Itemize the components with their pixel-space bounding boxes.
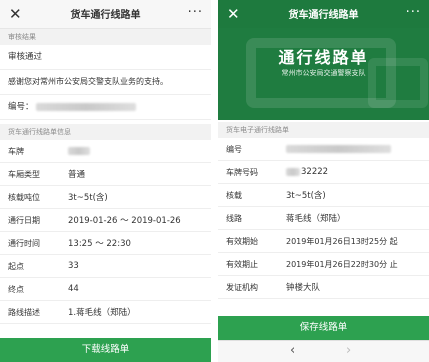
cert-row-plate: 车牌号码 32222 <box>218 161 429 184</box>
download-route-button[interactable]: 下载线路单 <box>0 338 211 362</box>
back-arrow-icon[interactable]: ‹ <box>290 343 295 358</box>
banner-title: 通行线路单 <box>278 48 369 67</box>
row-label: 车牌 <box>8 146 24 156</box>
forward-arrow-icon[interactable]: › <box>346 343 351 358</box>
row-value: 2019年01月26日22时30分 止 <box>286 259 398 269</box>
row-label: 线路 <box>226 213 242 223</box>
info-row-weight: 核载吨位 3t~5t(含) <box>0 186 211 209</box>
row-label: 车厢类型 <box>8 169 40 179</box>
cert-row-route: 线路 蒋毛线（郑陆） <box>218 207 429 230</box>
row-label: 车牌号码 <box>226 167 258 177</box>
info-row-type: 车厢类型 普通 <box>0 163 211 186</box>
cert-row-valid-to: 有效期止 2019年01月26日22时30分 止 <box>218 253 429 276</box>
review-status: 审核通过 <box>0 45 211 70</box>
cert-row-load: 核载 3t~5t(含) <box>218 184 429 207</box>
cert-row-number: 编号 <box>218 138 429 161</box>
left-screen: ✕ 货车通行线路单 ··· 审核结果 审核通过 感谢您对常州市公安局交警支队业务… <box>0 0 211 362</box>
row-label: 有效期始 <box>226 236 258 246</box>
right-content[interactable]: 货车电子通行线路单 编号 车牌号码 32222 核载 3t~5t(含) 线路 蒋… <box>218 122 429 316</box>
row-label: 通行日期 <box>8 215 40 225</box>
row-label: 核载 <box>226 190 242 200</box>
number-row: 编号： <box>0 95 211 120</box>
row-value: 1.蒋毛线（郑陆） <box>68 308 136 318</box>
row-value: 44 <box>68 284 79 294</box>
info-row-time: 通行时间 13:25 ～ 22:30 <box>0 232 211 255</box>
section-header-info: 货车通行线路单信息 <box>0 124 211 140</box>
row-label: 编号 <box>226 144 242 154</box>
right-navbar: ✕ 货车通行线路单 ··· <box>218 0 429 28</box>
left-content[interactable]: 审核结果 审核通过 感谢您对常州市公安局交警支队业务的支持。 编号： 货车通行线… <box>0 29 211 338</box>
plate-prefix-redacted <box>286 168 300 176</box>
header-banner: 通行线路单 常州市公安局交通警察支队 <box>218 28 429 120</box>
row-label: 路线描述 <box>8 307 40 317</box>
row-value: 普通 <box>68 170 86 180</box>
row-value: 3t~5t(含) <box>286 191 326 201</box>
cert-row-issuer: 发证机构 钟楼大队 <box>218 276 429 299</box>
row-label: 通行时间 <box>8 238 40 248</box>
row-value: 2019年01月26日13时25分 起 <box>286 236 398 246</box>
row-label: 有效期止 <box>226 259 258 269</box>
section-header-result: 审核结果 <box>0 29 211 45</box>
page-title: 货车通行线路单 <box>70 10 141 21</box>
number-label: 编号： <box>8 102 34 112</box>
row-value: 13:25 ～ 22:30 <box>68 239 131 249</box>
row-value: 蒋毛线（郑陆） <box>286 214 346 224</box>
left-navbar: ✕ 货车通行线路单 ··· <box>0 0 211 29</box>
row-value: 钟楼大队 <box>286 283 321 293</box>
section-header-certificate: 货车电子通行线路单 <box>218 122 429 138</box>
row-label: 核载吨位 <box>8 192 40 202</box>
row-value: 32222 <box>301 167 329 177</box>
cert-row-valid-from: 有效期始 2019年01月26日13时25分 起 <box>218 230 429 253</box>
more-icon[interactable]: ··· <box>406 3 421 23</box>
row-value: 33 <box>68 261 79 271</box>
info-row-start: 起点 33 <box>0 255 211 278</box>
info-row-date: 通行日期 2019-01-26 ～ 2019-01-26 <box>0 209 211 232</box>
row-value: 2019-01-26 ～ 2019-01-26 <box>68 216 181 226</box>
row-value: 3t~5t(含) <box>68 193 108 203</box>
banner-subtitle: 常州市公安局交通警察支队 <box>281 69 366 77</box>
panel-divider <box>211 0 218 362</box>
row-label: 起点 <box>8 261 24 271</box>
browser-bottom-bar: ‹ › <box>218 340 429 362</box>
plate-value-redacted <box>68 147 90 155</box>
info-row-route: 路线描述 1.蒋毛线（郑陆） <box>0 301 211 324</box>
more-icon[interactable]: ··· <box>188 3 203 23</box>
info-row-end: 终点 44 <box>0 278 211 301</box>
right-screen: ✕ 货车通行线路单 ··· 通行线路单 常州市公安局交通警察支队 货车电子通行线… <box>218 0 429 362</box>
number-value-redacted <box>36 102 137 111</box>
page-title: 货车通行线路单 <box>288 10 359 21</box>
row-label: 发证机构 <box>226 282 258 292</box>
row-label: 终点 <box>8 284 24 294</box>
number-value-redacted <box>286 145 391 153</box>
save-route-button[interactable]: 保存线路单 <box>218 316 429 340</box>
info-row-plate: 车牌 <box>0 140 211 163</box>
thanks-message: 感谢您对常州市公安局交警支队业务的支持。 <box>0 70 211 95</box>
